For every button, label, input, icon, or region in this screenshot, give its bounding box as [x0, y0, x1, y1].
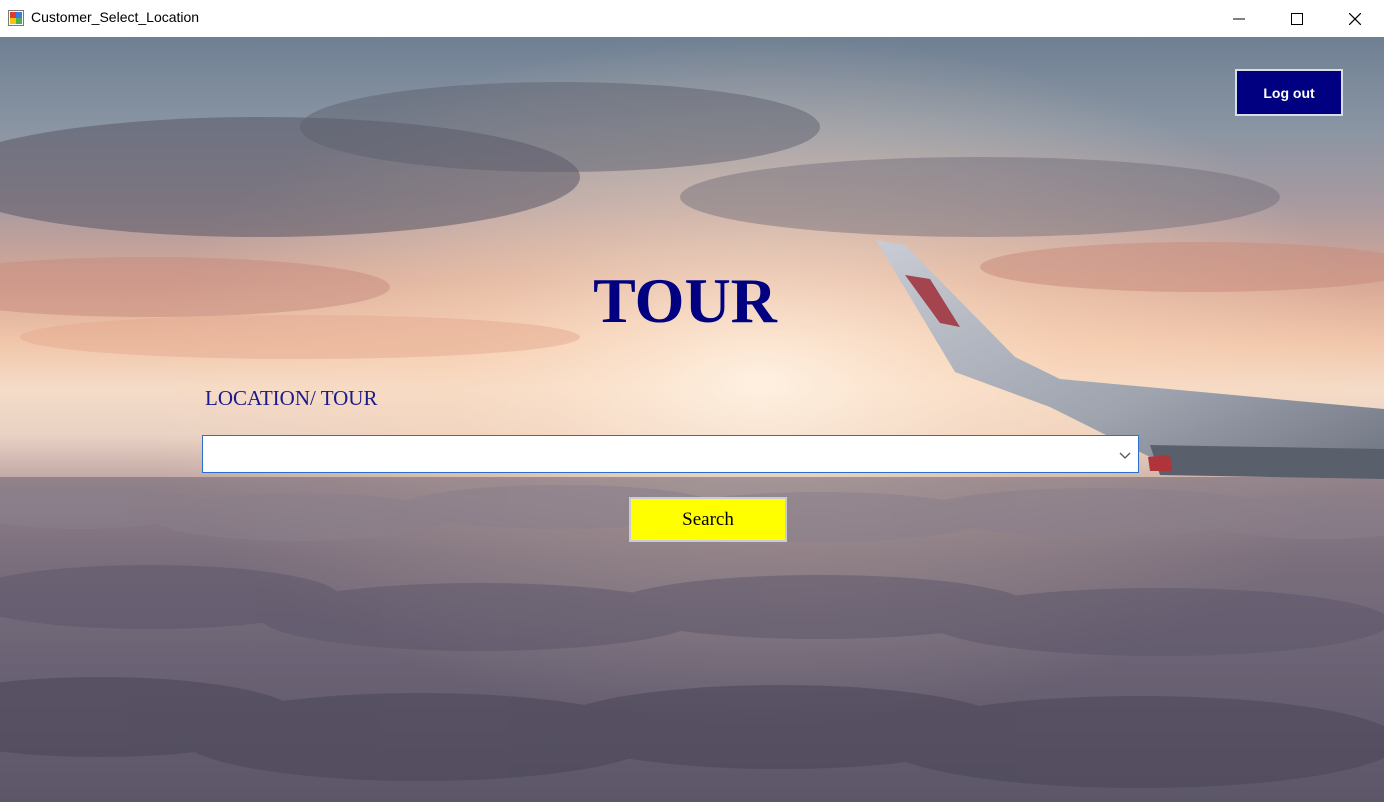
page-title: TOUR — [593, 265, 777, 336]
close-icon — [1349, 12, 1361, 25]
minimize-button[interactable] — [1216, 0, 1262, 37]
app-icon — [8, 10, 24, 26]
form-content: Log out TOUR LOCATION/ TOUR Search — [0, 37, 1384, 802]
window-title: Customer_Select_Location — [31, 9, 200, 25]
location-label: LOCATION/ TOUR — [205, 386, 378, 410]
title-bar[interactable]: Customer_Select_Location — [0, 0, 1384, 37]
app-window: Customer_Select_Location Log out TOUR LO… — [0, 0, 1384, 802]
maximize-icon — [1291, 12, 1303, 25]
logout-button[interactable]: Log out — [1235, 69, 1343, 116]
location-dropdown[interactable] — [202, 435, 1139, 473]
minimize-icon — [1233, 18, 1245, 19]
search-button[interactable]: Search — [629, 497, 787, 542]
maximize-button[interactable] — [1274, 0, 1320, 37]
sky-background-image — [0, 37, 1384, 802]
close-button[interactable] — [1332, 0, 1378, 37]
chevron-down-icon[interactable] — [1118, 448, 1132, 462]
